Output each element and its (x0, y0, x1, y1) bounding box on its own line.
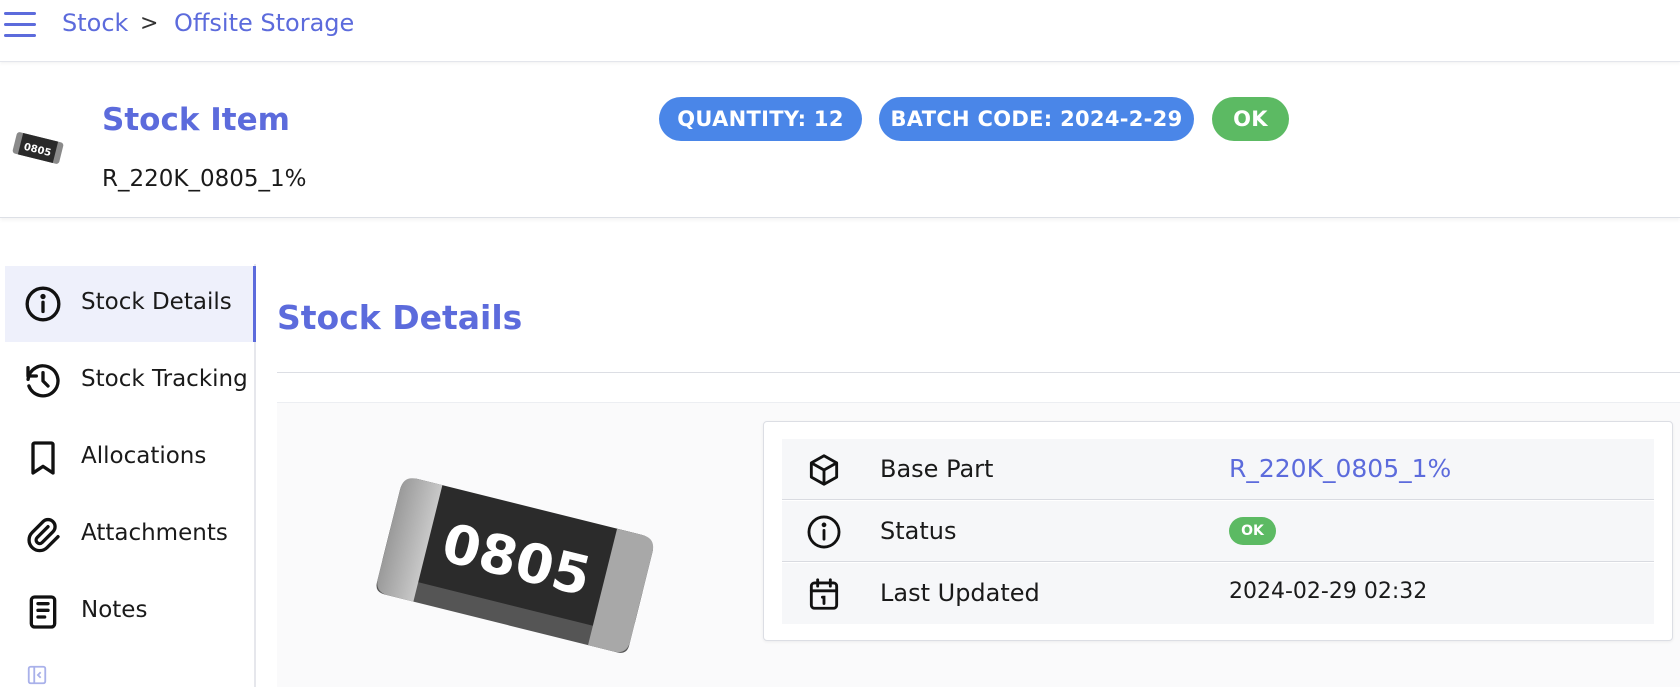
bookmark-icon (31, 441, 55, 475)
stock-item-thumbnail: 0805 (12, 132, 64, 164)
sidebar-item-label: Allocations (81, 443, 207, 469)
breadcrumb-separator: > (140, 11, 159, 36)
info-circle-icon (807, 515, 841, 549)
stock-details-table: Base Part R_220K_0805_1% Status OK Last … (763, 421, 1673, 641)
status-badge: OK (1212, 97, 1289, 141)
status-label: Status (880, 517, 957, 545)
sidebar-item-label: Notes (81, 597, 148, 623)
calendar-icon (809, 578, 839, 610)
sidebar-item-stock-tracking[interactable]: Stock Tracking (5, 343, 255, 419)
breadcrumb-stock[interactable]: Stock (62, 9, 128, 37)
collapse-sidebar-icon[interactable] (26, 664, 48, 686)
package-icon (809, 454, 839, 486)
sidebar-item-label: Stock Tracking (81, 366, 248, 392)
last-updated-label: Last Updated (880, 579, 1040, 607)
breadcrumb-offsite-storage[interactable]: Offsite Storage (174, 9, 354, 37)
stock-item-part-name: R_220K_0805_1% (102, 166, 307, 192)
history-icon (26, 364, 60, 398)
sidebar-item-label: Stock Details (81, 289, 232, 315)
notes-icon (29, 595, 57, 629)
sidebar-item-attachments[interactable]: Attachments (5, 497, 255, 573)
hamburger-menu-icon[interactable] (4, 12, 36, 38)
base-part-label: Base Part (880, 455, 994, 483)
table-row-base-part: Base Part R_220K_0805_1% (782, 439, 1654, 500)
part-image: 0805 (376, 478, 654, 653)
section-divider (277, 372, 1680, 373)
info-circle-icon (25, 286, 61, 322)
sidebar-item-label: Attachments (81, 520, 228, 546)
sidebar-item-allocations[interactable]: Allocations (5, 420, 255, 496)
batch-code-badge: BATCH CODE: 2024-2-29 (879, 97, 1194, 141)
section-title: Stock Details (277, 298, 523, 337)
sidebar-nav: Stock Details Stock Tracking Allocations… (0, 264, 256, 687)
top-bar: Stock > Offsite Storage (0, 0, 1680, 62)
paperclip-icon (27, 517, 60, 553)
status-ok-badge: OK (1229, 517, 1276, 545)
sidebar-item-stock-details[interactable]: Stock Details (5, 266, 256, 342)
last-updated-value: 2024-02-29 02:32 (1229, 579, 1428, 604)
base-part-link[interactable]: R_220K_0805_1% (1229, 454, 1451, 483)
sidebar-item-notes[interactable]: Notes (5, 574, 255, 650)
table-row-last-updated: Last Updated 2024-02-29 02:32 (782, 563, 1654, 624)
table-row-status: Status OK (782, 501, 1654, 562)
page-title: Stock Item (102, 102, 290, 138)
quantity-badge: QUANTITY: 12 (659, 97, 862, 141)
